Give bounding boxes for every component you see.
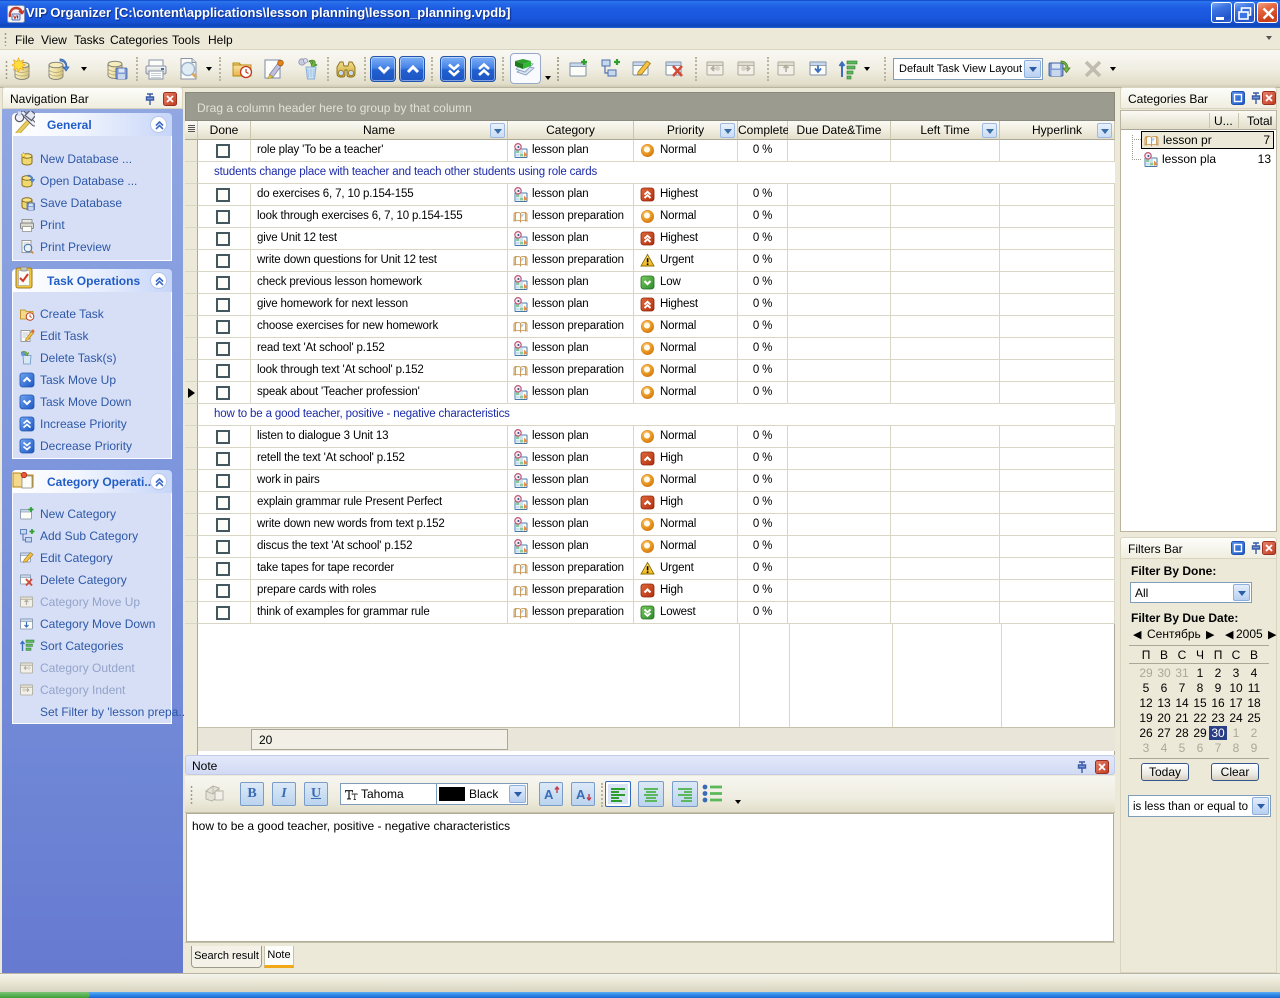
svg-text:A: A bbox=[576, 787, 586, 802]
svg-text:A: A bbox=[544, 787, 554, 802]
